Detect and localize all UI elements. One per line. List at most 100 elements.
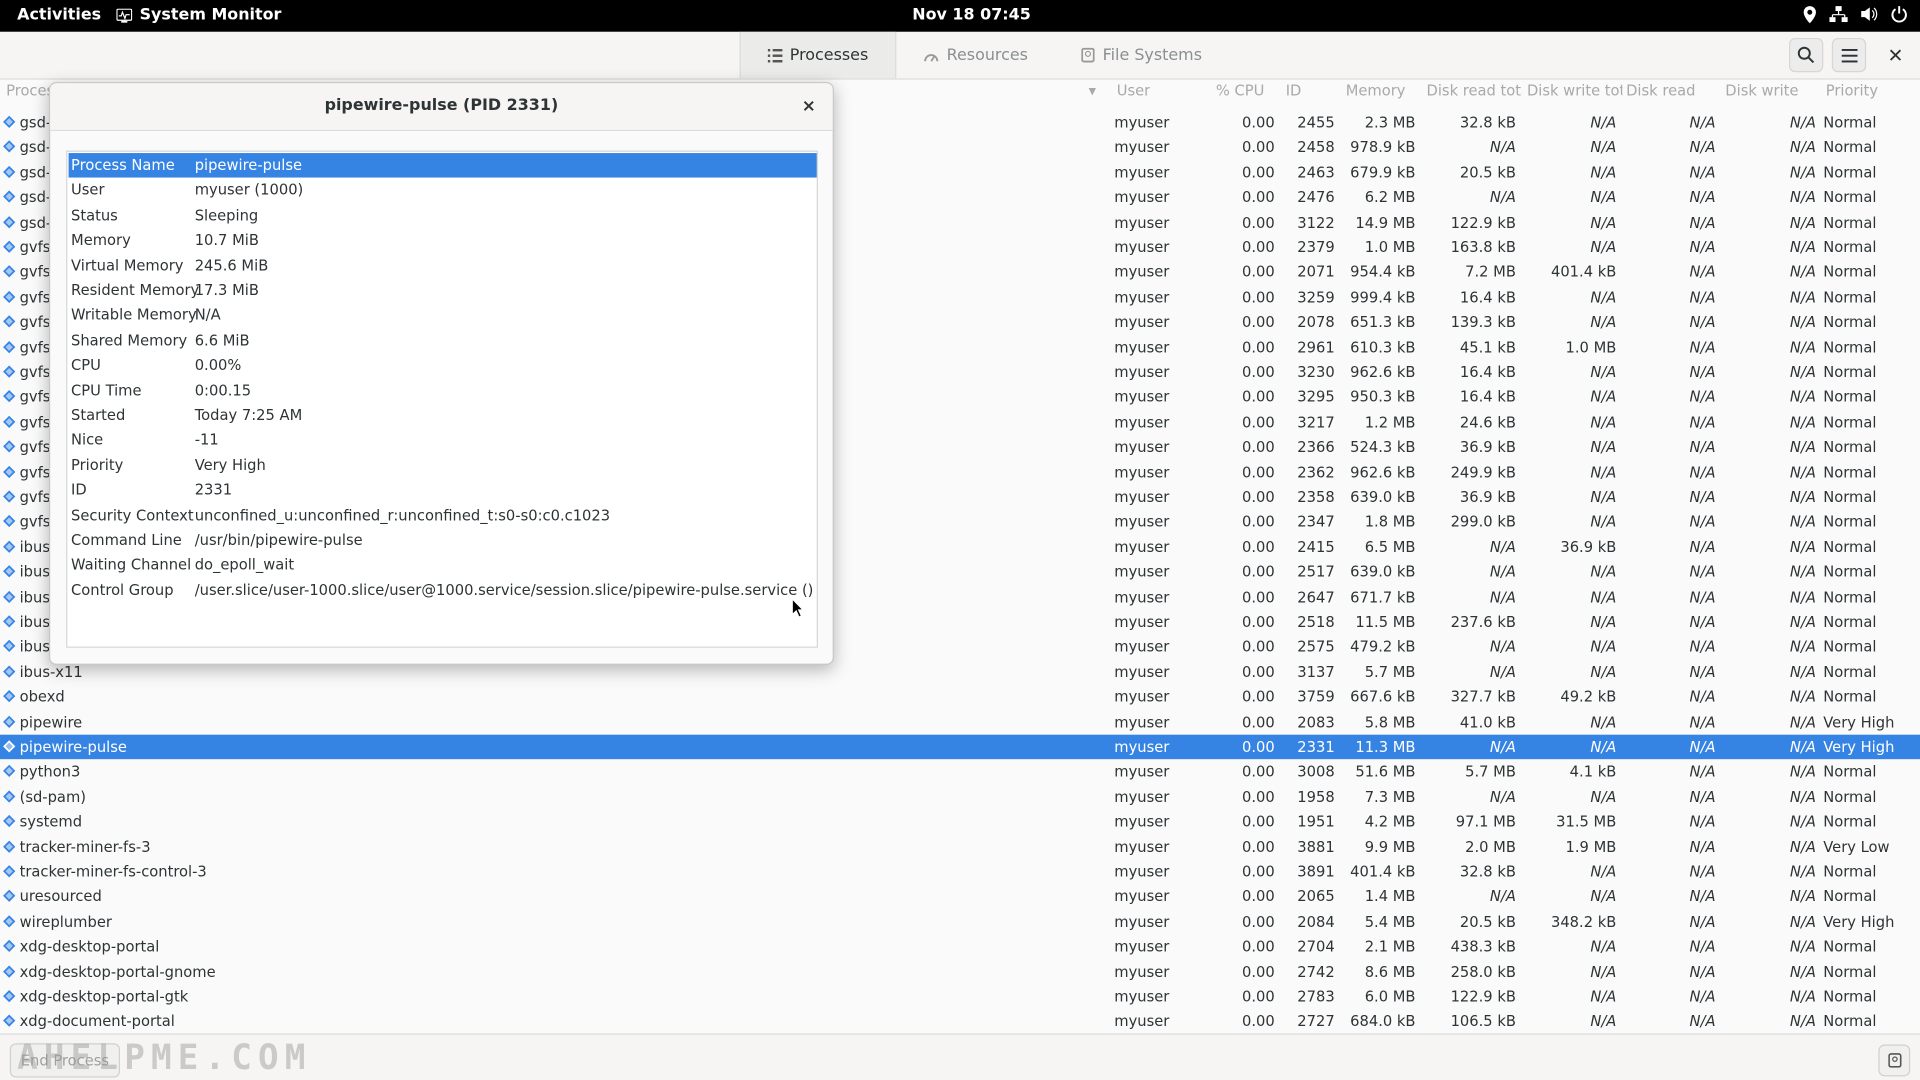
property-row[interactable]: ID 2331 (69, 478, 817, 503)
property-row[interactable]: Waiting Channel do_epoll_wait (69, 553, 817, 578)
tab-processes[interactable]: Processes (739, 31, 897, 79)
column-cpu[interactable]: % CPU (1216, 82, 1265, 99)
column-disk-read[interactable]: Disk read (1626, 82, 1695, 99)
cell-process-name: gsd- (19, 213, 52, 231)
cell-cpu: 0.00 (1241, 938, 1275, 956)
system-tray[interactable] (1802, 5, 1907, 25)
process-properties-button[interactable] (1878, 1044, 1911, 1077)
cell-disk-write: N/A (1789, 738, 1816, 756)
cell-memory: 7.3 MB (1364, 788, 1416, 806)
clock[interactable]: Nov 18 07:45 (912, 6, 1031, 24)
table-row[interactable]: pipewire myuser 0.00 2083 5.8 MB 41.0 kB N/A N/… (0, 710, 1920, 735)
property-row[interactable]: User myuser (1000) (69, 178, 817, 203)
property-row[interactable]: Shared Memory 6.6 MiB (69, 328, 817, 353)
property-row[interactable]: Control Group/user.slice/user-1000.slice… (69, 578, 817, 603)
cell-disk-read: N/A (1689, 688, 1716, 706)
process-icon (3, 315, 16, 328)
property-row[interactable]: CPU Time 0:00.15 (69, 378, 817, 403)
screen: Activities System Monitor Nov 18 07:45 P… (0, 0, 1920, 1080)
property-row[interactable]: Writable Memory N/A (69, 303, 817, 328)
cell-priority: Normal (1823, 763, 1877, 781)
property-row[interactable]: Nice -11 (69, 428, 817, 453)
sort-indicator-icon: ▾ (1088, 82, 1096, 100)
property-row[interactable]: Started Today 7:25 AM (69, 403, 817, 428)
cell-priority: Normal (1823, 138, 1877, 156)
tab-resources[interactable]: Resources (896, 32, 1054, 79)
process-icon (3, 265, 16, 278)
property-row[interactable]: CPU 0.00% (69, 353, 817, 378)
cell-disk-read: N/A (1689, 863, 1716, 881)
cell-process-name: systemd (19, 813, 83, 831)
property-value: do_epoll_wait (194, 556, 295, 574)
process-icon (3, 665, 16, 678)
table-row[interactable]: wireplumber myuser 0.00 2084 5.4 MB 20.5 kB 34… (0, 910, 1920, 935)
cell-disk-write: N/A (1789, 588, 1816, 606)
cell-process-name: tracker-miner-fs-control-3 (19, 863, 207, 881)
column-id[interactable]: ID (1286, 82, 1302, 99)
cell-memory: 2.1 MB (1364, 938, 1416, 956)
property-row[interactable]: Process Name pipewire-pulse (68, 153, 817, 179)
property-row[interactable]: Priority Very High (69, 453, 817, 478)
cell-memory: 651.3 kB (1350, 313, 1416, 331)
table-row[interactable]: uresourced myuser 0.00 2065 1.4 MB N/A N/A N/A N… (0, 885, 1920, 910)
table-row[interactable]: xdg-desktop-portal-gnome myuser 0.00 2742 8.… (0, 960, 1920, 985)
process-icon (3, 240, 16, 253)
cell-disk-read: N/A (1689, 438, 1716, 456)
table-row[interactable]: tracker-miner-fs-control-3 myuser 0.00 3891… (0, 860, 1920, 885)
column-user[interactable]: User (1117, 82, 1151, 99)
tab-file-systems[interactable]: File Systems (1055, 32, 1229, 79)
column-memory[interactable]: Memory (1346, 82, 1406, 99)
cell-disk-write-total: N/A (1590, 113, 1617, 132)
cell-disk-read-total: 237.6 kB (1450, 613, 1516, 631)
cell-disk-write: N/A (1789, 838, 1816, 856)
cell-priority: Normal (1823, 1013, 1877, 1031)
cell-memory: 950.3 kB (1350, 388, 1416, 406)
cell-user: myuser (1114, 238, 1170, 256)
cell-process-name: xdg-document-portal (19, 1013, 175, 1031)
cell-disk-write-total: 1.9 MB (1565, 838, 1617, 856)
column-process[interactable]: Proces (6, 82, 49, 99)
table-row[interactable]: xdg-document-portal myuser 0.00 2727 684.0 k… (0, 1009, 1920, 1034)
cell-disk-read-total: N/A (1489, 638, 1516, 656)
table-row[interactable]: systemd myuser 0.00 1951 4.2 MB 97.1 MB 31.5 M… (0, 810, 1920, 835)
cell-priority: Normal (1823, 488, 1877, 506)
properties-list: Process Name pipewire-pulse User myuser (10… (66, 150, 818, 648)
cell-cpu: 0.00 (1241, 638, 1275, 656)
property-row[interactable]: Memory 10.7 MiB (69, 228, 817, 253)
cell-id: 3008 (1297, 763, 1335, 781)
main-menu-button[interactable] (1831, 37, 1867, 73)
table-row[interactable]: xdg-desktop-portal myuser 0.00 2704 2.1 MB 43… (0, 935, 1920, 960)
cell-process-name: python3 (19, 763, 81, 781)
table-row[interactable]: (sd-pam) myuser 0.00 1958 7.3 MB N/A N/A N/A N/A… (0, 785, 1920, 810)
dialog-close-button[interactable] (796, 94, 820, 118)
cell-priority: Normal (1823, 663, 1877, 681)
property-row[interactable]: Virtual Memory 245.6 MiB (69, 253, 817, 278)
column-disk-write-total[interactable]: Disk write tot (1527, 82, 1623, 99)
table-row[interactable]: pipewire-pulse myuser 0.00 2331 11.3 MB N/A N/… (0, 734, 1920, 760)
property-row[interactable]: Security Context unconfined_u:unconfined_… (69, 503, 817, 528)
table-row[interactable]: python3 myuser 0.00 3008 51.6 MB 5.7 MB 4.1 kB… (0, 760, 1920, 785)
column-priority[interactable]: Priority (1826, 82, 1878, 99)
table-row[interactable]: tracker-miner-fs-3 myuser 0.00 3881 9.9 MB 2.… (0, 835, 1920, 860)
column-disk-read-total[interactable]: Disk read tota (1427, 82, 1523, 99)
property-row[interactable]: Status Sleeping (69, 203, 817, 228)
app-menu[interactable]: System Monitor (116, 6, 281, 24)
column-disk-write[interactable]: Disk write (1725, 82, 1798, 99)
cell-cpu: 0.00 (1241, 138, 1275, 156)
activities-button[interactable]: Activities (17, 6, 101, 24)
cell-cpu: 0.00 (1241, 463, 1275, 481)
cell-disk-read-total: 16.4 kB (1459, 388, 1516, 406)
search-button[interactable] (1788, 37, 1824, 73)
cell-disk-write-total: 4.1 kB (1569, 763, 1617, 781)
window-close-button[interactable] (1878, 38, 1912, 72)
process-icon (3, 190, 16, 203)
process-icon (3, 140, 16, 153)
cell-cpu: 0.00 (1241, 738, 1275, 756)
cell-disk-write: N/A (1789, 213, 1816, 231)
table-row[interactable]: xdg-desktop-portal-gtk myuser 0.00 2783 6.0 … (0, 984, 1920, 1009)
property-row[interactable]: Command Line/usr/bin/pipewire-pulse (69, 528, 817, 553)
cell-priority: Normal (1823, 538, 1877, 556)
cell-disk-write-total: N/A (1590, 138, 1617, 156)
property-row[interactable]: Resident Memory 17.3 MiB (69, 278, 817, 303)
table-row[interactable]: obexd myuser 0.00 3759 667.6 kB 327.7 kB 49.2 … (0, 685, 1920, 710)
